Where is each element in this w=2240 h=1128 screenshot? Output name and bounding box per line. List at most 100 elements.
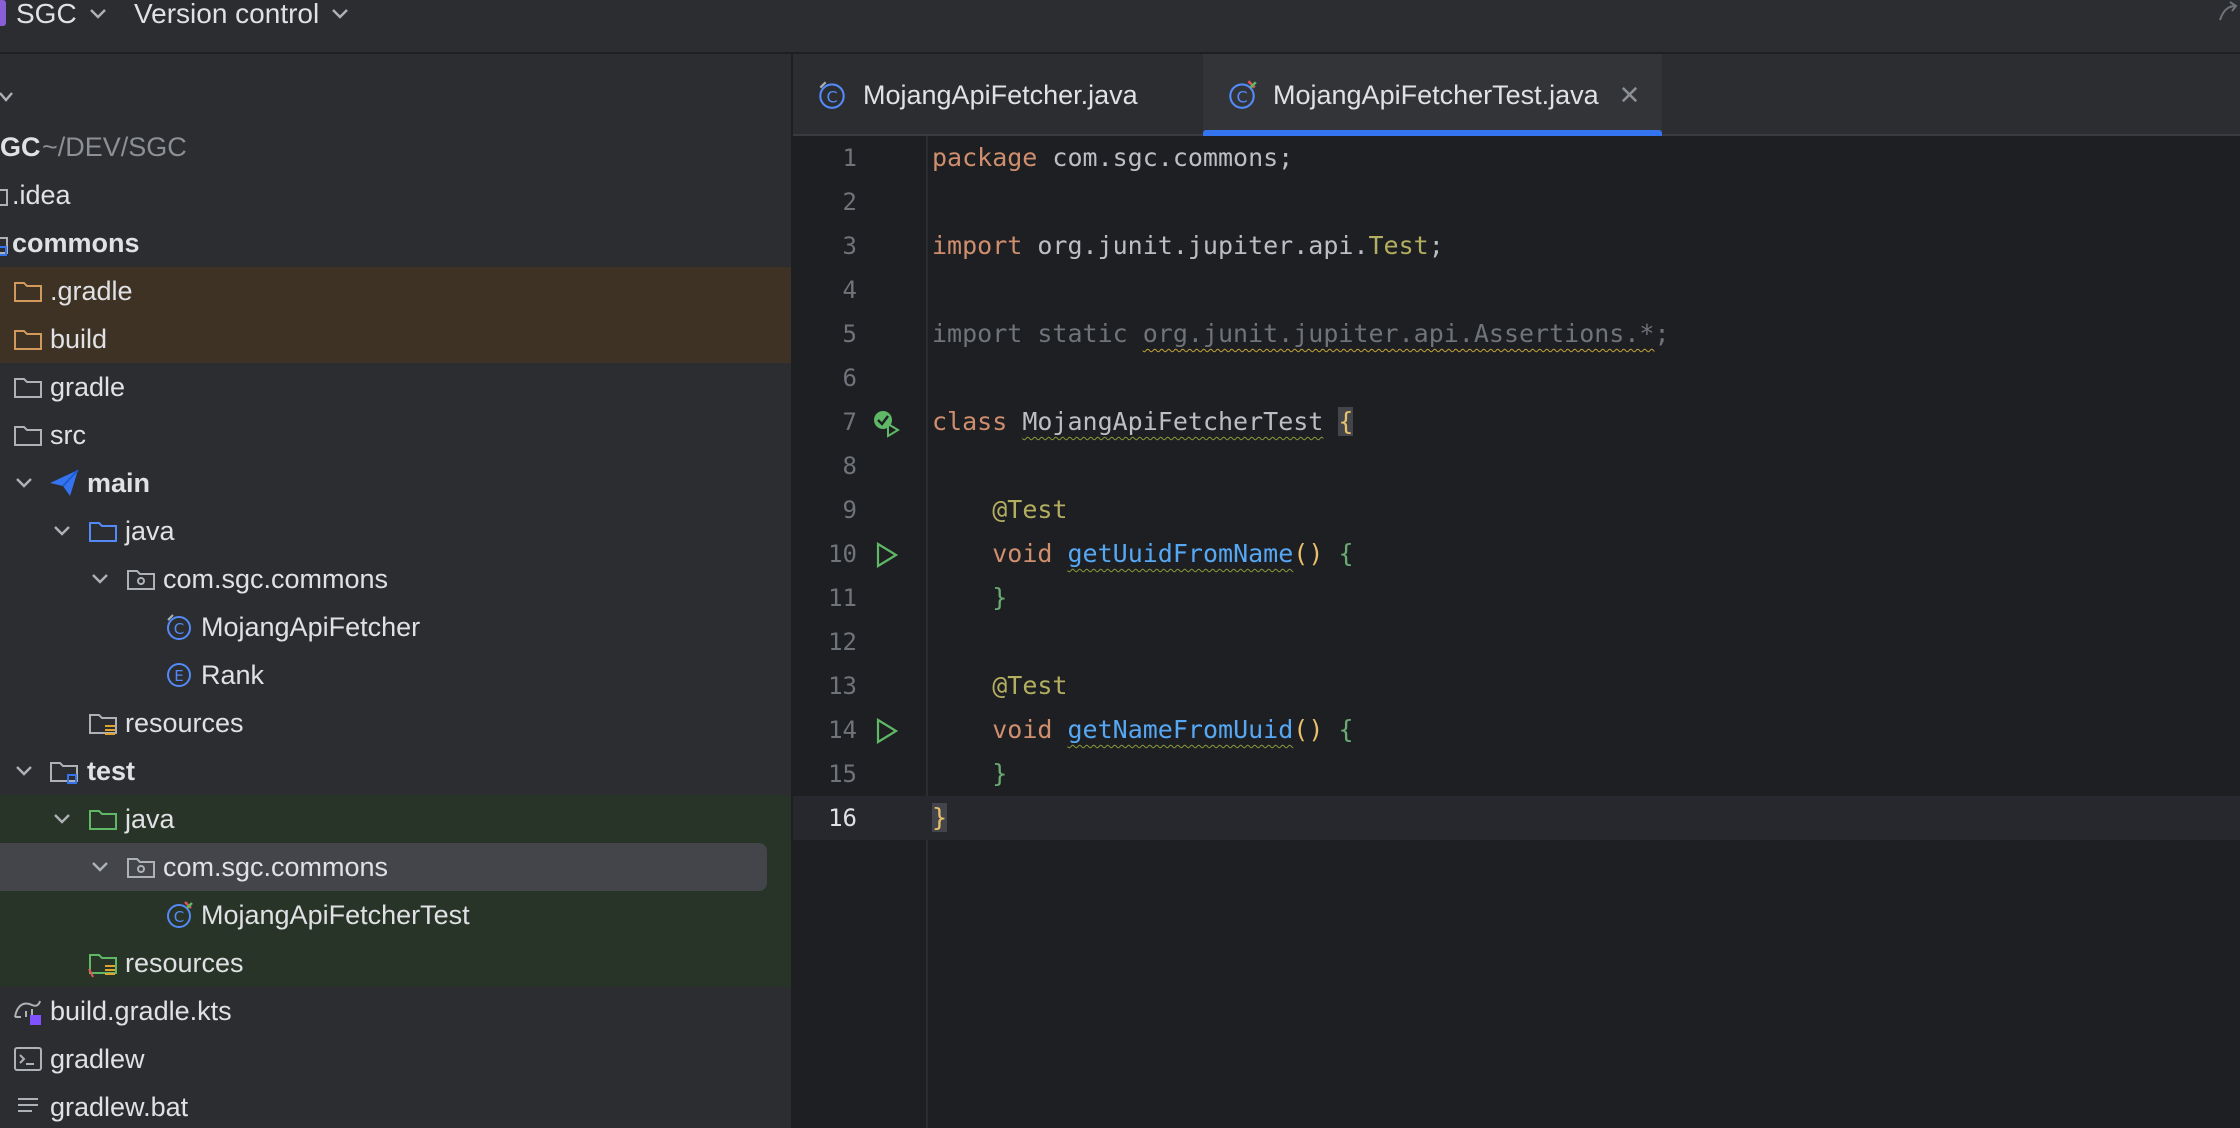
chevron-down-icon[interactable] — [49, 806, 75, 832]
tree-item-label: MojangApiFetcher — [201, 611, 421, 642]
vcs-label: Version control — [134, 0, 320, 29]
resources-folder-icon — [89, 714, 117, 735]
enum-icon: E — [167, 663, 191, 687]
tree-item-test-resources[interactable]: resources — [0, 939, 791, 987]
tree-item-main-resources[interactable]: resources — [0, 699, 791, 747]
tree-item-label: java — [125, 803, 175, 834]
project-name: SGC — [16, 0, 77, 29]
tree-item-mojang-api-fetcher[interactable]: C MojangApiFetcher — [0, 603, 791, 651]
code-line: 12 — [793, 620, 2240, 664]
project-color-badge — [0, 0, 6, 26]
tree-item-label: .gradle — [50, 275, 133, 306]
tree-item-test-java[interactable]: java — [0, 795, 791, 843]
line-content: } — [932, 803, 948, 832]
paper-plane-icon — [50, 469, 79, 496]
svg-text:C: C — [826, 87, 837, 106]
tree-item-test[interactable]: test — [0, 747, 791, 795]
tree-item-build-gradle-kts[interactable]: build.gradle.kts — [0, 987, 791, 1035]
chevron-down-icon[interactable] — [11, 470, 37, 496]
main-toolbar: SGC Version control — [0, 0, 2240, 54]
tree-item-main-package[interactable]: com.sgc.commons — [0, 555, 791, 603]
line-number: 6 — [842, 364, 857, 392]
share-icon[interactable] — [2214, 0, 2240, 26]
code-line: 15 } — [793, 752, 2240, 796]
test-passed-icon[interactable] — [871, 408, 901, 438]
code-line: 11 } — [793, 576, 2240, 620]
editor-tab-bar: C MojangApiFetcher.java C MojangApiFetch… — [793, 54, 2240, 136]
tree-item-gradle[interactable]: gradle — [0, 363, 791, 411]
line-content: import static org.junit.jupiter.api.Asse… — [932, 319, 1670, 348]
tree-root[interactable]: GC ~/DEV/SGC — [0, 123, 791, 171]
folder-icon — [14, 378, 42, 398]
root-name-fragment: GC — [0, 131, 41, 162]
code-editor[interactable]: 1 package com.sgc.commons; 2 3 import or… — [793, 136, 2240, 1128]
tree-item-label: java — [125, 515, 175, 546]
package-icon — [127, 858, 155, 878]
project-tool-window: GC ~/DEV/SGC .idea commons .gradle build… — [0, 54, 791, 1128]
chevron-down-icon[interactable] — [0, 90, 16, 104]
run-icon[interactable] — [871, 540, 901, 570]
code-line: 2 — [793, 180, 2240, 224]
code-line: 6 — [793, 356, 2240, 400]
folder-icon — [14, 282, 42, 302]
tree-item-label: build.gradle.kts — [50, 995, 232, 1026]
version-control-menu[interactable]: Version control — [134, 0, 349, 32]
line-content: void getNameFromUuid() { — [992, 715, 1354, 744]
tree-item-label: gradlew.bat — [50, 1091, 189, 1122]
code-line: 10 void getUuidFromName() { — [793, 532, 2240, 576]
code-line: 3 import org.junit.jupiter.api.Test; — [793, 224, 2240, 268]
tab-label: MojangApiFetcher.java — [863, 79, 1138, 110]
tree-item-label: src — [50, 419, 86, 450]
line-content: import org.junit.jupiter.api.Test; — [932, 231, 1444, 260]
tree-item-idea[interactable]: .idea — [0, 171, 791, 219]
code-line: 13 @Test — [793, 664, 2240, 708]
code-line: 7 class MojangApiFetcherTest { — [793, 400, 2240, 444]
tab-label: MojangApiFetcherTest.java — [1273, 79, 1599, 110]
tree-item-gradle-cache[interactable]: .gradle — [0, 267, 791, 315]
tree-item-label: main — [87, 467, 151, 498]
line-number: 16 — [828, 804, 857, 832]
tree-item-rank[interactable]: E Rank — [0, 651, 791, 699]
line-number: 13 — [828, 672, 857, 700]
tree-item-commons[interactable]: commons — [0, 219, 791, 267]
close-icon[interactable]: ✕ — [1619, 80, 1641, 111]
tree-item-label: commons — [12, 227, 140, 258]
chevron-down-icon[interactable] — [49, 518, 75, 544]
chevron-down-icon[interactable] — [87, 854, 113, 880]
tree-item-label: gradlew — [50, 1043, 145, 1074]
line-number: 7 — [842, 408, 857, 436]
tree-item-gradlew-bat[interactable]: gradlew.bat — [0, 1083, 791, 1128]
line-number: 2 — [842, 188, 857, 216]
code-line: 14 void getNameFromUuid() { — [793, 708, 2240, 752]
chevron-down-icon[interactable] — [87, 566, 113, 592]
line-number: 1 — [842, 144, 857, 172]
line-content: void getUuidFromName() { — [992, 539, 1354, 568]
project-selector[interactable]: SGC — [16, 0, 107, 32]
tree-item-label: resources — [125, 707, 244, 738]
package-icon — [127, 570, 155, 590]
line-number: 15 — [828, 760, 857, 788]
svg-text:E: E — [174, 667, 183, 685]
code-line: 5 import static org.junit.jupiter.api.As… — [793, 312, 2240, 356]
tree-item-label: test — [87, 755, 136, 786]
tree-item-gradlew[interactable]: gradlew — [0, 1035, 791, 1083]
tree-item-mojang-api-fetcher-test[interactable]: C MojangApiFetcherTest — [0, 891, 791, 939]
tree-item-test-package[interactable]: com.sgc.commons — [0, 843, 791, 891]
line-number: 9 — [842, 496, 857, 524]
tree-item-label: build — [50, 323, 108, 354]
tab-mojang-api-fetcher-test[interactable]: C MojangApiFetcherTest.java ✕ — [1203, 54, 1663, 136]
tree-item-build[interactable]: build — [0, 315, 791, 363]
tree-item-label: com.sgc.commons — [163, 851, 389, 882]
folder-icon — [14, 426, 42, 446]
line-number: 14 — [828, 716, 857, 744]
tree-item-main-java[interactable]: java — [0, 507, 791, 555]
svg-text:C: C — [174, 620, 184, 638]
tree-item-src[interactable]: src — [0, 411, 791, 459]
run-icon[interactable] — [871, 716, 901, 746]
tab-mojang-api-fetcher[interactable]: C MojangApiFetcher.java — [793, 54, 1177, 136]
tree-item-main[interactable]: main — [0, 459, 791, 507]
chevron-down-icon[interactable] — [11, 758, 37, 784]
line-number: 3 — [842, 232, 857, 260]
text-file-icon — [18, 1098, 38, 1112]
project-panel-header — [0, 80, 791, 124]
